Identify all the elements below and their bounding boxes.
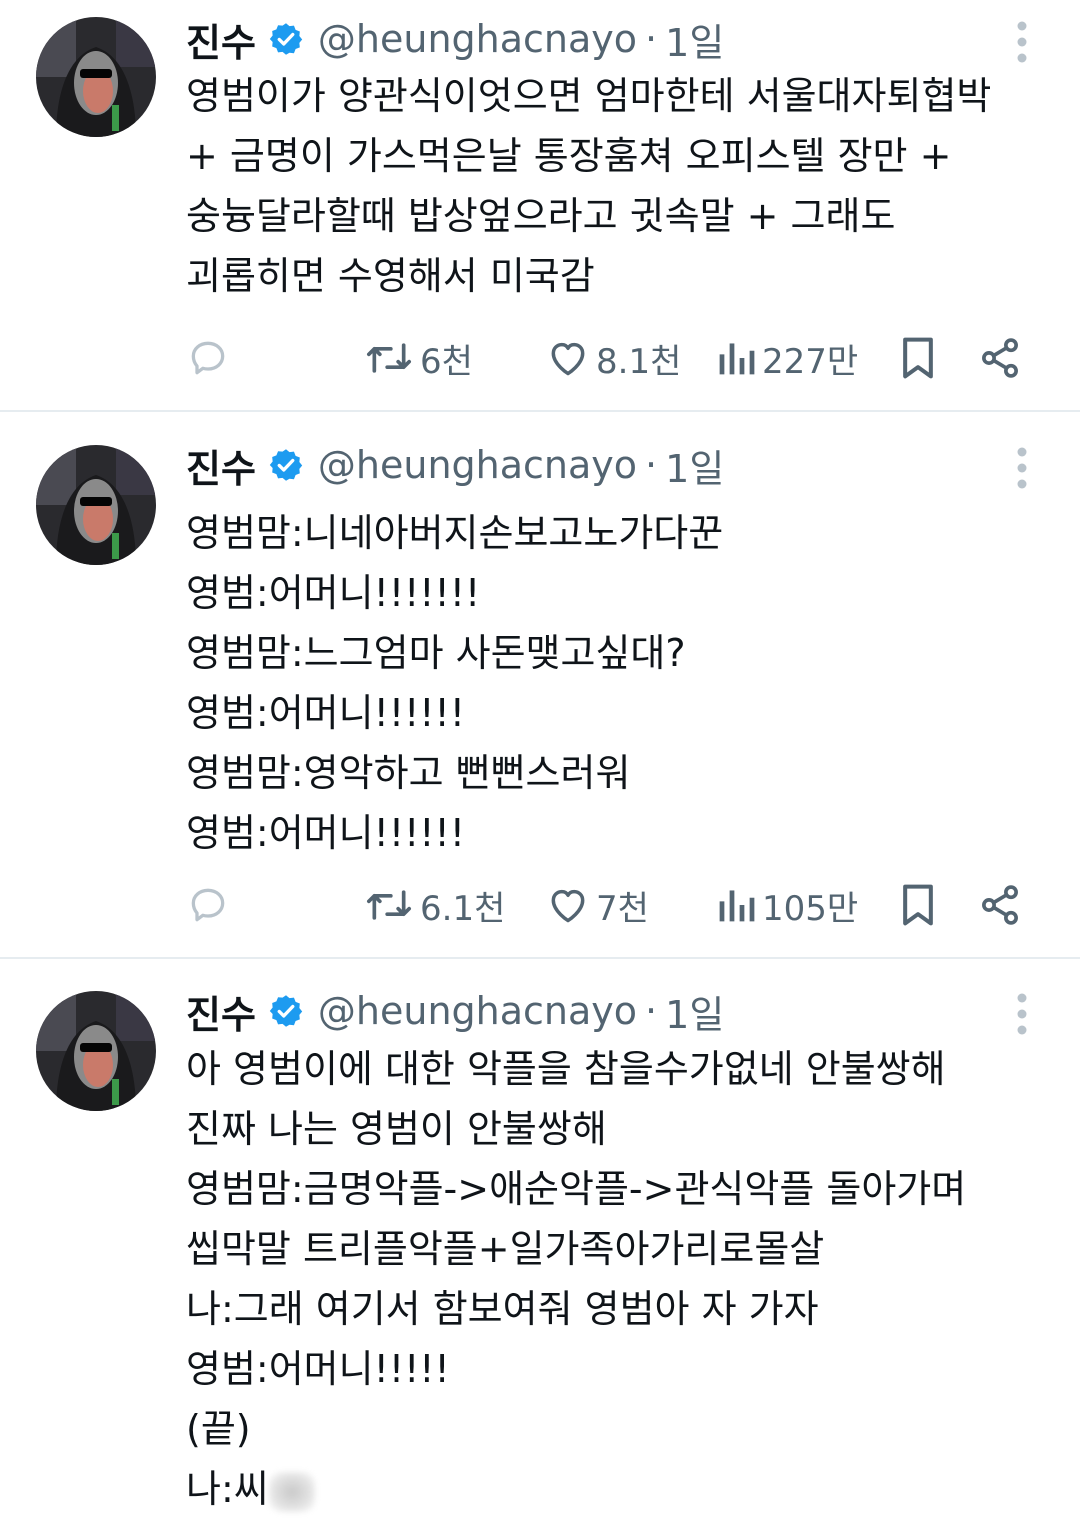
author-handle[interactable]: @heunghacnayo: [318, 989, 637, 1033]
views-icon: [719, 890, 755, 922]
tweet-line: 영범맘:느그엄마 사돈맺고싶대?: [186, 631, 686, 675]
retweet-count: 6천: [420, 341, 473, 382]
tweet-line: 영범:어머니!!!!!!: [186, 811, 466, 855]
action-bar: 6.1천 7천 105만: [186, 877, 1036, 933]
tweet-line: 괴롭히면 수영해서 미국감: [186, 254, 595, 298]
tweet-text: 아 영범이에 대한 악플을 참을수가없네 안불쌍해 진짜 나는 영범이 안불쌍해…: [186, 1039, 1040, 1519]
author-handle[interactable]: @heunghacnayo: [318, 17, 637, 61]
tweet-text: 영범맘:니네아버지손보고노가다꾼 영범:어머니!!!!!!! 영범맘:느그엄마 …: [186, 503, 1040, 863]
tweet-line: 영범:어머니!!!!!: [186, 1347, 450, 1391]
like-count: 8.1천: [596, 341, 682, 382]
like-count: 7천: [596, 888, 649, 929]
tweet-header: 진수 @heunghacnayo · 1일: [186, 984, 724, 1039]
tweet-header: 진수 @heunghacnayo · 1일: [186, 438, 724, 493]
avatar[interactable]: [36, 17, 156, 137]
tweet-text: 영범이가 양관식이엇으면 엄마한테 서울대자퇴협박 + 금명이 가스먹은날 통장…: [186, 66, 1040, 306]
tweet-line: 나:그래 여기서 함보여줘 영범아 자 가자: [186, 1287, 819, 1331]
separator-dot: ·: [645, 443, 658, 487]
reply-icon: [191, 341, 225, 375]
author-name[interactable]: 진수: [186, 12, 256, 67]
tweet-line: 영범이가 양관식이엇으면 엄마한테 서울대자퇴협박: [186, 74, 992, 118]
timestamp[interactable]: 1일: [665, 438, 724, 493]
avatar[interactable]: [36, 991, 156, 1111]
tweet-1[interactable]: 진수 @heunghacnayo · 1일 영범이가 양관식이엇으면 엄마한테 …: [0, 0, 1080, 412]
verified-badge-icon: [269, 449, 303, 481]
tweet-line: 영범:어머니!!!!!!: [186, 691, 466, 735]
tweet-line: 영범:어머니!!!!!!!: [186, 571, 481, 615]
like-button[interactable]: 8.1천: [546, 330, 681, 386]
action-bar: 6천 8.1천 227만: [186, 330, 1036, 386]
tweet-line-last: 나:씨: [186, 1459, 1040, 1519]
timestamp[interactable]: 1일: [665, 984, 724, 1039]
views-count: 105만: [762, 888, 859, 929]
separator-dot: ·: [645, 989, 658, 1033]
tweet-3[interactable]: 진수 @heunghacnayo · 1일 아 영범이에 대한 악플을 참을수가…: [0, 961, 1080, 1516]
like-icon: [551, 889, 585, 923]
verified-badge-icon: [269, 23, 303, 55]
retweet-button[interactable]: 6.1천: [364, 877, 505, 933]
share-icon: [982, 338, 1018, 378]
author-name[interactable]: 진수: [186, 438, 256, 493]
bookmark-button[interactable]: [896, 877, 940, 933]
avatar[interactable]: [36, 445, 156, 565]
views-icon: [719, 343, 755, 375]
author-handle[interactable]: @heunghacnayo: [318, 443, 637, 487]
author-name[interactable]: 진수: [186, 984, 256, 1039]
tweet-line: 영범맘:금명악플->애순악플->관식악플 돌아가며: [186, 1167, 967, 1211]
bookmark-icon: [903, 337, 933, 379]
bookmark-button[interactable]: [896, 330, 940, 386]
reply-icon: [191, 888, 225, 922]
like-button[interactable]: 7천: [546, 877, 649, 933]
share-icon: [982, 885, 1018, 925]
reply-button[interactable]: [186, 877, 230, 933]
share-button[interactable]: [978, 877, 1022, 933]
tweet-line-text: 나:씨: [186, 1467, 269, 1511]
blurred-text: [268, 1471, 315, 1512]
retweet-icon: [367, 890, 411, 920]
tweet-header: 진수 @heunghacnayo · 1일: [186, 12, 724, 67]
tweet-2[interactable]: 진수 @heunghacnayo · 1일 영범맘:니네아버지손보고노가다꾼 영…: [0, 413, 1080, 959]
tweet-line: 진짜 나는 영범이 안불쌍해: [186, 1107, 607, 1151]
tweet-line: 아 영범이에 대한 악플을 참을수가없네 안불쌍해: [186, 1047, 946, 1091]
tweet-line: 영범맘:영악하고 뻔뻔스러워: [186, 751, 631, 795]
timestamp[interactable]: 1일: [665, 12, 724, 67]
retweet-icon: [367, 343, 411, 373]
tweet-line: 씹막말 트리플악플+일가족아가리로몰살: [186, 1227, 825, 1271]
more-icon[interactable]: [1016, 446, 1028, 490]
like-icon: [551, 342, 585, 376]
views-button[interactable]: 227만: [716, 330, 858, 386]
separator-dot: ·: [645, 17, 658, 61]
bookmark-icon: [903, 884, 933, 926]
more-icon[interactable]: [1016, 20, 1028, 64]
tweet-line: + 금명이 가스먹은날 통장훔쳐 오피스텔 장만 +: [186, 134, 952, 178]
verified-badge-icon: [269, 995, 303, 1027]
reply-button[interactable]: [186, 330, 230, 386]
views-button[interactable]: 105만: [716, 877, 858, 933]
views-count: 227만: [762, 341, 859, 382]
more-icon[interactable]: [1016, 992, 1028, 1036]
retweet-button[interactable]: 6천: [364, 330, 473, 386]
retweet-count: 6.1천: [420, 888, 506, 929]
share-button[interactable]: [978, 330, 1022, 386]
tweet-line: 영범맘:니네아버지손보고노가다꾼: [186, 511, 724, 555]
tweet-line: 숭늉달라할때 밥상엎으라고 귓속말 + 그래도: [186, 194, 896, 238]
tweet-line: (끝): [186, 1407, 251, 1451]
